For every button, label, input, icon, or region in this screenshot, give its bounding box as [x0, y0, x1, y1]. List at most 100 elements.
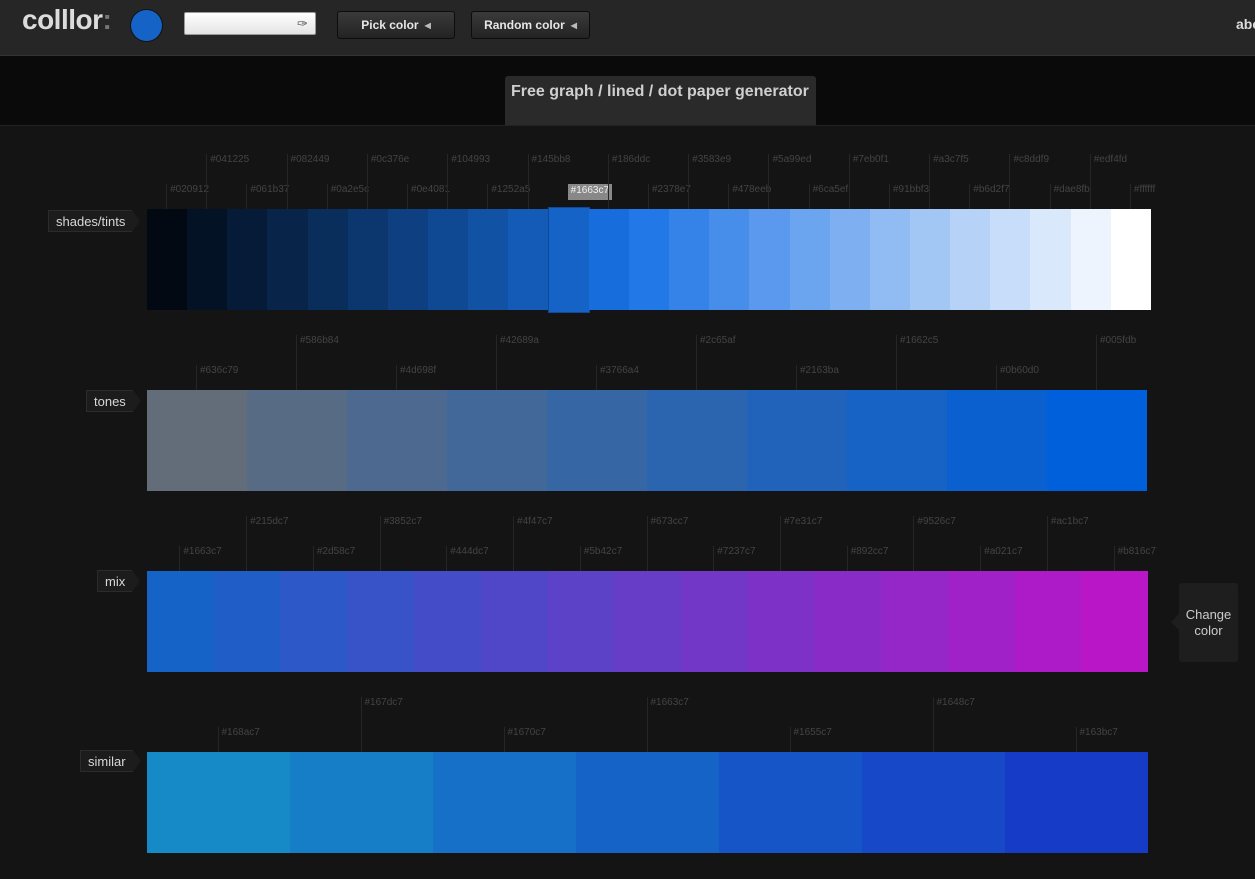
- shades-swatch[interactable]: [588, 209, 629, 310]
- shades-swatch[interactable]: [789, 209, 830, 310]
- logo[interactable]: colllor:: [22, 4, 112, 36]
- tones-hex-label: #4d698f: [396, 365, 436, 390]
- mix-swatch[interactable]: [547, 571, 615, 672]
- similar-swatch[interactable]: [862, 752, 1005, 853]
- shades-hex-label: #020912: [166, 184, 209, 209]
- shades-swatch[interactable]: [307, 209, 348, 310]
- shades-swatch[interactable]: [628, 209, 670, 310]
- similar-strip: [147, 752, 1148, 853]
- paint-bucket-icon[interactable]: ✑: [297, 16, 308, 32]
- shades-swatch[interactable]: [347, 209, 388, 310]
- shades-swatch[interactable]: [829, 209, 870, 310]
- mix-hex-label: #7237c7: [713, 546, 756, 571]
- tones-swatch[interactable]: [947, 390, 1047, 491]
- tones-swatch[interactable]: [247, 390, 347, 491]
- shades-hex-label: #082449: [286, 154, 329, 209]
- shades-swatch[interactable]: [548, 208, 589, 312]
- shades-hex-label: #c8ddf9: [1009, 154, 1049, 209]
- mix-hex-label: #9526c7: [913, 516, 956, 571]
- shades-swatch[interactable]: [1110, 209, 1151, 310]
- tones-swatch[interactable]: [747, 390, 847, 491]
- tones-hex-label: #2c65af: [696, 335, 736, 390]
- tones-strip: [147, 390, 1147, 491]
- shades-swatch[interactable]: [267, 209, 308, 310]
- shades-swatch[interactable]: [468, 209, 509, 310]
- mix-swatch[interactable]: [213, 571, 281, 672]
- section-label-shades-tints: shades/tints: [48, 210, 141, 232]
- tones-swatch[interactable]: [847, 390, 947, 491]
- shades-swatch[interactable]: [227, 209, 268, 310]
- banner: Free graph / lined / dot paper generator: [0, 56, 1255, 126]
- mix-swatch[interactable]: [147, 571, 214, 672]
- mix-swatch[interactable]: [680, 571, 748, 672]
- mix-hex-label: #b816c7: [1113, 546, 1156, 571]
- tones-swatch[interactable]: [147, 390, 247, 491]
- mix-swatch[interactable]: [1081, 571, 1149, 672]
- tones-swatch[interactable]: [447, 390, 547, 491]
- mix-swatch[interactable]: [947, 571, 1015, 672]
- shades-swatch[interactable]: [428, 209, 469, 310]
- tones-hex-label: #0b60d0: [996, 365, 1039, 390]
- similar-swatch[interactable]: [433, 752, 576, 853]
- shades-swatch[interactable]: [909, 209, 951, 310]
- mix-swatch[interactable]: [347, 571, 414, 672]
- mix-hex-label: #a021c7: [980, 546, 1023, 571]
- similar-hex-label: #1648c7: [932, 697, 975, 752]
- shades-swatch[interactable]: [950, 209, 991, 310]
- mix-swatch[interactable]: [280, 571, 348, 672]
- similar-swatch[interactable]: [719, 752, 862, 853]
- mix-hex-label: #215dc7: [246, 516, 288, 571]
- mix-swatch[interactable]: [480, 571, 548, 672]
- mix-hex-label: #ac1bc7: [1046, 516, 1089, 571]
- shades-hex-label: #b6d2f7: [969, 184, 1009, 209]
- mix-swatch[interactable]: [1014, 571, 1082, 672]
- shades-hex-label: #0e4081: [407, 184, 450, 209]
- shades-swatch[interactable]: [669, 209, 710, 310]
- tones-swatch[interactable]: [647, 390, 747, 491]
- current-color-swatch[interactable]: [131, 10, 162, 41]
- random-color-button[interactable]: Random color ◀: [471, 11, 590, 39]
- similar-hex-label: #1655c7: [789, 727, 832, 752]
- shades-swatch[interactable]: [1030, 209, 1071, 310]
- mix-swatch[interactable]: [814, 571, 882, 672]
- mix-swatch[interactable]: [747, 571, 815, 672]
- mix-swatch[interactable]: [413, 571, 481, 672]
- tones-hex-label: #2163ba: [796, 365, 839, 390]
- shades-swatch[interactable]: [387, 209, 429, 310]
- ad-link[interactable]: Free graph / lined / dot paper generator: [505, 76, 816, 125]
- tones-hex-label: #3766a4: [596, 365, 639, 390]
- shades-swatch[interactable]: [1070, 209, 1111, 310]
- mix-swatch[interactable]: [881, 571, 948, 672]
- mix-swatch[interactable]: [614, 571, 681, 672]
- shades-hex-label: #ffffff: [1129, 184, 1155, 209]
- change-color-button[interactable]: Change color: [1171, 583, 1238, 662]
- shades-swatch[interactable]: [709, 209, 750, 310]
- similar-swatch[interactable]: [1005, 752, 1148, 853]
- similar-swatch[interactable]: [576, 752, 719, 853]
- shades-swatch[interactable]: [147, 209, 188, 310]
- logo-text: colllor: [22, 4, 103, 35]
- tones-hex-label: #005fdb: [1096, 335, 1136, 390]
- tones-swatch[interactable]: [547, 390, 647, 491]
- caret-left-icon: ◀: [570, 21, 577, 30]
- pick-color-label: Pick color: [361, 18, 419, 32]
- shades-swatch[interactable]: [508, 209, 549, 310]
- user-menu[interactable]: abc: [1236, 16, 1255, 32]
- mix-hex-label: #7e31c7: [779, 516, 822, 571]
- shades-hex-label: #186ddc: [607, 154, 650, 209]
- tones-hex-label: #42689a: [496, 335, 539, 390]
- pick-color-button[interactable]: Pick color ◀: [337, 11, 455, 39]
- tones-swatch[interactable]: [347, 390, 447, 491]
- mix-hex-label: #2d58c7: [312, 546, 355, 571]
- shades-swatch[interactable]: [187, 209, 228, 310]
- mix-hex-label: #444dc7: [446, 546, 489, 571]
- top-bar: colllor: ✑ Pick color ◀ Random color ◀ abc: [0, 0, 1255, 56]
- shades-swatch[interactable]: [749, 209, 790, 310]
- tones-hex-label: #636c79: [196, 365, 238, 390]
- shades-swatch[interactable]: [869, 209, 910, 310]
- shades-swatch[interactable]: [990, 209, 1031, 310]
- tones-swatch[interactable]: [1047, 390, 1147, 491]
- similar-swatch[interactable]: [147, 752, 290, 853]
- similar-swatch[interactable]: [290, 752, 433, 853]
- similar-hex-label: #167dc7: [360, 697, 403, 752]
